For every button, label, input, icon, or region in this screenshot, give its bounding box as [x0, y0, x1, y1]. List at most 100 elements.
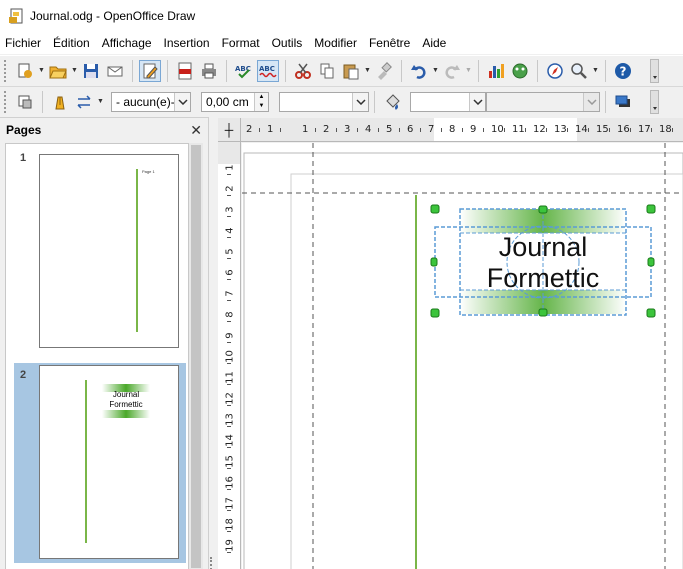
page-thumbnail-1[interactable]: 1 Page 1 — [14, 146, 186, 358]
ruler-label: 13 — [554, 124, 567, 135]
line-filling-toolbar: ▼ - aucun(e)- 0,00 cm ▲ ▼ — [0, 86, 683, 116]
menu-outils[interactable]: Outils — [266, 36, 309, 50]
ruler-tick — [441, 128, 442, 132]
save-icon[interactable] — [80, 60, 102, 82]
resize-handle-top-left[interactable] — [430, 204, 440, 214]
resize-handle-bottom-left[interactable] — [430, 308, 440, 318]
export-pdf-icon[interactable] — [174, 60, 196, 82]
close-icon[interactable]: ✕ — [190, 122, 202, 139]
resize-handle-top-center[interactable] — [538, 205, 548, 214]
toolbar-grip[interactable] — [4, 59, 8, 82]
undo-icon[interactable] — [408, 60, 430, 82]
spinner-arrows[interactable]: ▲ ▼ — [254, 92, 268, 111]
ruler-tick — [227, 216, 231, 217]
print-icon[interactable] — [198, 60, 220, 82]
line-color-combo[interactable] — [279, 91, 369, 112]
pages-scrollbar[interactable] — [189, 143, 203, 569]
svg-text:?: ? — [620, 64, 627, 78]
ruler-tick — [227, 321, 231, 322]
ruler-label: 13 — [224, 413, 236, 426]
chevron-down-icon[interactable] — [352, 92, 368, 111]
spellcheck-icon[interactable]: ABC — [233, 60, 255, 82]
menu-insertion[interactable]: Insertion — [158, 36, 216, 50]
menu-bar: Fichier Édition Affichage Insertion Form… — [0, 32, 683, 54]
menu-fichier[interactable]: Fichier — [0, 36, 47, 50]
horizontal-ruler[interactable]: 2 1 1 2 3 4 5 6 7 8 9 10 11 12 13 14 15 16 17 18 — [241, 118, 683, 142]
arrow-style-dropdown-arrow[interactable]: ▼ — [96, 91, 105, 113]
line-width-spinner[interactable]: 0,00 cm ▲ ▼ — [201, 91, 269, 112]
drawing-canvas[interactable]: Journal Formettic — [242, 143, 683, 569]
ruler-tick — [609, 128, 610, 132]
styles-icon[interactable] — [14, 91, 36, 113]
clone-formatting-icon[interactable] — [373, 60, 395, 82]
page-thumbnail-2[interactable]: 2 Journal Formettic — [14, 363, 186, 563]
toolbar-grip[interactable] — [4, 90, 8, 113]
ruler-label: 2 — [323, 124, 330, 135]
ruler-label: 1 — [224, 164, 236, 171]
ruler-tick — [504, 128, 505, 132]
paste-dropdown-arrow[interactable]: ▼ — [363, 60, 372, 82]
gallery-icon[interactable] — [509, 60, 531, 82]
ruler-tick — [227, 426, 231, 427]
chevron-down-icon[interactable] — [583, 92, 599, 111]
zoom-dropdown-arrow[interactable]: ▼ — [591, 60, 600, 82]
new-document-icon[interactable] — [14, 60, 36, 82]
resize-handle-middle-left[interactable] — [430, 257, 438, 267]
menu-edition[interactable]: Édition — [47, 36, 96, 50]
ruler-tick — [227, 489, 231, 490]
resize-handle-bottom-right[interactable] — [646, 308, 656, 318]
ruler-label: 1 — [267, 124, 274, 135]
toolbar-overflow-button[interactable] — [650, 58, 659, 83]
ruler-tick — [336, 128, 337, 132]
navigator-icon[interactable] — [544, 60, 566, 82]
area-fill-icon[interactable] — [381, 91, 403, 113]
area-style-combo[interactable] — [410, 91, 486, 112]
ruler-tick — [420, 128, 421, 132]
page-preview-gradient-bottom — [102, 410, 150, 418]
ruler-label: 9 — [470, 124, 477, 135]
splitter-grip[interactable] — [210, 557, 212, 569]
menu-fenetre[interactable]: Fenêtre — [363, 36, 416, 50]
shadow-icon[interactable] — [612, 91, 634, 113]
chevron-down-icon[interactable] — [174, 92, 190, 111]
panel-splitter[interactable] — [208, 117, 214, 569]
undo-dropdown-arrow[interactable]: ▼ — [431, 60, 440, 82]
menu-format[interactable]: Format — [216, 36, 266, 50]
menu-aide[interactable]: Aide — [416, 36, 452, 50]
toolbar-overflow-button[interactable] — [650, 89, 659, 114]
redo-dropdown-arrow[interactable]: ▼ — [464, 60, 473, 82]
new-dropdown-arrow[interactable]: ▼ — [37, 60, 46, 82]
scrollbar-thumb[interactable] — [191, 145, 201, 568]
redo-icon[interactable] — [441, 60, 463, 82]
arrow-style-icon[interactable] — [73, 91, 95, 113]
chart-icon[interactable] — [485, 60, 507, 82]
resize-handle-middle-right[interactable] — [647, 257, 655, 267]
paste-icon[interactable] — [340, 60, 362, 82]
line-icon[interactable] — [49, 91, 71, 113]
resize-handle-bottom-center[interactable] — [538, 308, 548, 317]
open-folder-icon[interactable] — [47, 60, 69, 82]
resize-handle-top-right[interactable] — [646, 204, 656, 214]
ruler-label: 16 — [224, 476, 236, 489]
menu-affichage[interactable]: Affichage — [96, 36, 158, 50]
email-icon[interactable] — [104, 60, 126, 82]
ruler-label: 2 — [246, 124, 253, 135]
menu-modifier[interactable]: Modifier — [308, 36, 363, 50]
help-icon[interactable]: ? — [612, 60, 634, 82]
pages-panel-title: Pages — [6, 123, 42, 137]
area-fill-combo[interactable] — [486, 91, 600, 112]
ruler-label: 7 — [224, 290, 236, 297]
copy-icon[interactable] — [316, 60, 338, 82]
cut-icon[interactable] — [292, 60, 314, 82]
ruler-tick — [227, 384, 231, 385]
zoom-icon[interactable] — [568, 60, 590, 82]
open-dropdown-arrow[interactable]: ▼ — [70, 60, 79, 82]
vertical-ruler[interactable]: 1 2 3 4 5 6 7 8 9 10 11 12 13 14 15 16 17 18 19 — [218, 142, 241, 569]
edit-file-icon[interactable] — [139, 59, 161, 82]
line-style-combo[interactable]: - aucun(e)- — [111, 91, 191, 112]
ruler-label: 17 — [224, 497, 236, 510]
chevron-down-icon[interactable] — [469, 92, 485, 111]
ruler-tab-selector[interactable]: ┼ — [218, 118, 241, 142]
pages-list[interactable]: 1 Page 1 2 Journal Formettic — [5, 143, 189, 569]
autospellcheck-icon[interactable]: ABC — [257, 59, 279, 82]
